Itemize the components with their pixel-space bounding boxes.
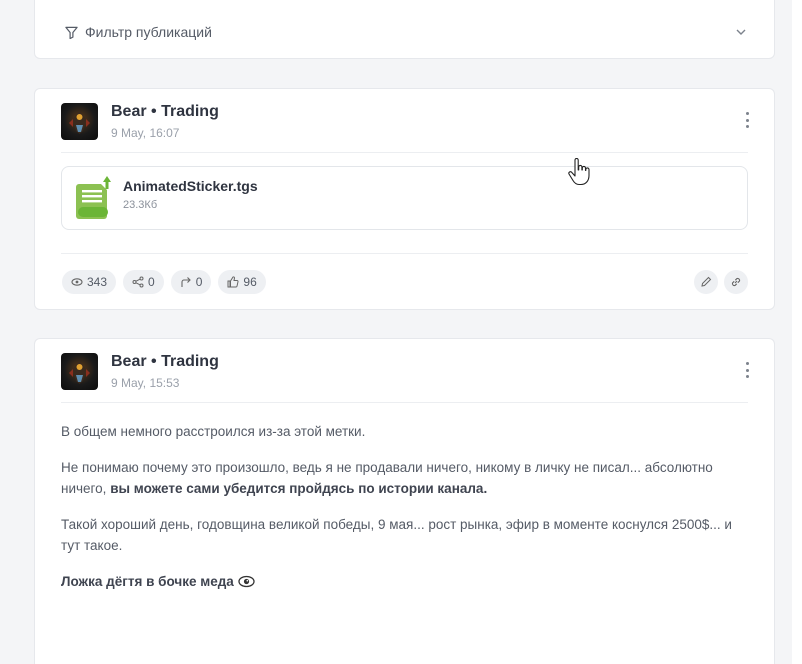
filter-panel[interactable]: Фильтр публикаций [34,0,775,59]
paragraph: Такой хороший день, годовщина великой по… [61,517,732,553]
post-footer: 343 0 0 96 [61,253,748,301]
filter-label: Фильтр публикаций [85,24,212,40]
link-button[interactable] [724,270,748,294]
views-counter: 343 [62,270,117,294]
closing-line: Ложка дёгтя в бочке меда [61,574,234,589]
file-name[interactable]: AnimatedSticker.tgs [123,178,258,194]
more-options-icon[interactable] [742,359,752,381]
pencil-icon [701,276,712,287]
post-header: Bear • Trading 9 May, 16:07 [61,101,749,153]
paragraph: Не понимаю почему это произошло, ведь я … [61,460,713,496]
post-card: Bear • Trading 9 May, 15:53 В общем немн… [34,338,775,664]
paragraph: Ложка дёгтя в бочке меда [61,571,748,592]
post-header: Bear • Trading 9 May, 15:53 [61,351,749,403]
edit-button[interactable] [694,270,718,294]
reactions-counter[interactable]: 96 [218,270,266,294]
forwards-counter[interactable]: 0 [170,270,212,294]
avatar[interactable] [61,103,98,140]
eye-icon [237,575,255,588]
eye-icon [71,278,83,286]
document-icon [76,176,111,219]
forward-icon [181,277,191,287]
hand-cursor-icon [568,158,590,186]
post-card: Bear • Trading 9 May, 16:07 AnimatedStic… [34,88,775,310]
avatar[interactable] [61,353,98,390]
link-icon [731,277,741,287]
chevron-down-icon[interactable] [736,29,746,35]
post-body: В общем немного расстроился из-за этой м… [61,421,748,607]
scrollbar[interactable] [792,0,802,664]
post-author[interactable]: Bear • Trading [111,103,219,121]
filter-icon [65,26,78,39]
post-date: 9 May, 16:07 [111,126,180,140]
shares-counter[interactable]: 0 [123,270,164,294]
share-icon [132,276,144,288]
bold-text: вы можете сами убедится пройдясь по исто… [110,481,488,496]
paragraph: В общем немного расстроился из-за этой м… [61,424,366,439]
post-date: 9 May, 15:53 [111,376,180,390]
file-size: 23.3Кб [123,199,158,211]
thumbs-up-icon [227,276,239,288]
post-author[interactable]: Bear • Trading [111,353,219,371]
more-options-icon[interactable] [742,109,752,131]
file-attachment[interactable]: AnimatedSticker.tgs 23.3Кб [61,166,748,230]
